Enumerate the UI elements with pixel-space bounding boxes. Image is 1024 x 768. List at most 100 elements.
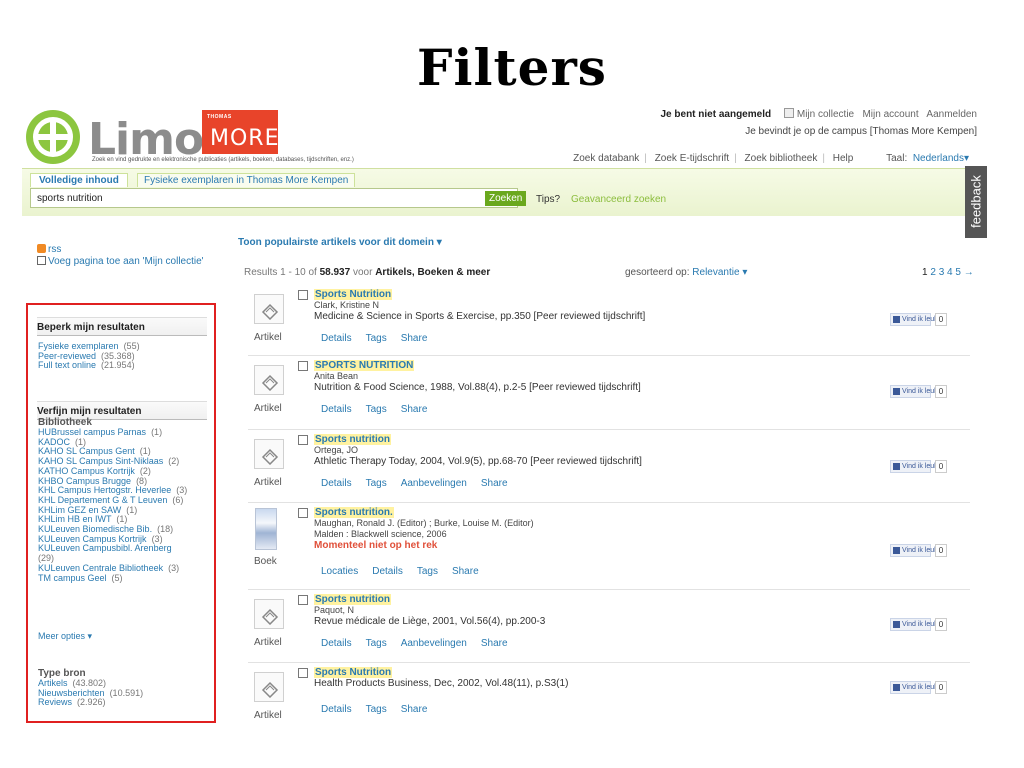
rss-icon[interactable]	[37, 244, 46, 253]
recommendations-link[interactable]: Aanbevelingen	[401, 478, 467, 489]
tab-full-content[interactable]: Volledige inhoud	[30, 173, 128, 187]
tags-link[interactable]: Tags	[366, 404, 387, 415]
login-status: Je bent niet aangemeld	[660, 109, 772, 120]
page-1[interactable]: 1	[922, 267, 928, 278]
result-type: Boek	[254, 556, 277, 567]
facet-item[interactable]: Reviews (2.926)	[38, 698, 143, 708]
result-actions: Details Tags Share	[321, 704, 441, 715]
locations-link[interactable]: Locaties	[321, 566, 358, 577]
add-page-link[interactable]: Voeg pagina toe aan 'Mijn collectie'	[48, 256, 204, 267]
result-checkbox[interactable]	[298, 508, 308, 518]
popular-articles-link[interactable]: Toon populairste artikels voor dit domei…	[238, 237, 442, 248]
share-link[interactable]: Share	[401, 404, 428, 415]
rss-link[interactable]: rss	[48, 244, 61, 255]
result-checkbox[interactable]	[298, 435, 308, 445]
results-summary: Results 1 - 10 of 58.937 voor Artikels, …	[244, 267, 491, 278]
result-author: Ortega, JO	[314, 445, 359, 455]
tags-link[interactable]: Tags	[366, 478, 387, 489]
facebook-icon	[893, 684, 900, 691]
facebook-like[interactable]: Vind ik leuk 0	[890, 385, 948, 398]
nav-help[interactable]: Help	[833, 153, 854, 164]
search-band: Volledige inhoud Fysieke exemplaren in T…	[22, 168, 987, 216]
facet-item[interactable]: KULeuven Campusbibl. Arenberg (29)	[38, 544, 216, 563]
advanced-search-link[interactable]: Geavanceerd zoeken	[571, 194, 666, 205]
details-link[interactable]: Details	[321, 404, 352, 415]
result-title[interactable]: Sports Nutrition	[314, 289, 393, 300]
share-link[interactable]: Share	[452, 566, 479, 577]
facebook-like[interactable]: Vind ik leuk 0	[890, 618, 948, 631]
page-4[interactable]: 4	[947, 267, 953, 278]
details-link[interactable]: Details	[372, 566, 403, 577]
result-type: Artikel	[254, 403, 282, 414]
source-list: Artikels (43.802) Nieuwsberichten (10.59…	[38, 678, 143, 708]
limo-logo-icon[interactable]	[26, 110, 80, 164]
result-title[interactable]: Sports nutrition	[314, 594, 391, 605]
checkbox-icon[interactable]	[37, 256, 46, 265]
share-link[interactable]: Share	[481, 478, 508, 489]
result-publisher: Malden : Blackwell science, 2006	[314, 529, 447, 539]
search-button[interactable]: Zoeken	[485, 191, 527, 206]
facebook-like[interactable]: Vind ik leuk 0	[890, 681, 948, 694]
details-link[interactable]: Details	[321, 638, 352, 649]
result-checkbox[interactable]	[298, 361, 308, 371]
share-link[interactable]: Share	[481, 638, 508, 649]
partner-big-text: MORE	[210, 126, 280, 151]
recommendations-link[interactable]: Aanbevelingen	[401, 638, 467, 649]
facet-item[interactable]: Full text online (21.954)	[38, 361, 140, 371]
sort-control[interactable]: gesorteerd op: Relevantie ▾	[625, 267, 747, 278]
tab-physical-copies[interactable]: Fysieke exemplaren in Thomas More Kempen	[137, 173, 356, 187]
facebook-like[interactable]: Vind ik leuk 0	[890, 544, 948, 557]
language-select[interactable]: Nederlands	[913, 153, 964, 164]
nav-database[interactable]: Zoek databank	[573, 153, 639, 164]
result-type: Artikel	[254, 637, 282, 648]
page-5[interactable]: 5	[955, 267, 961, 278]
page-3[interactable]: 3	[939, 267, 945, 278]
sidebar-tools: rss Voeg pagina toe aan 'Mijn collectie'	[37, 244, 207, 268]
tips-link[interactable]: Tips?	[536, 194, 560, 205]
result-title[interactable]: Sports Nutrition	[314, 667, 393, 678]
share-link[interactable]: Share	[401, 704, 428, 715]
login-link[interactable]: Aanmelden	[926, 109, 977, 120]
facebook-icon	[893, 463, 900, 470]
more-options-link[interactable]: Meer opties ▾	[38, 631, 92, 642]
my-account-link[interactable]: Mijn account	[862, 109, 918, 120]
tags-link[interactable]: Tags	[366, 333, 387, 344]
chevron-down-icon[interactable]: ▾	[964, 153, 969, 164]
next-page-arrow-icon[interactable]: →	[964, 267, 974, 278]
feedback-tab[interactable]: feedback	[965, 166, 987, 238]
tags-link[interactable]: Tags	[366, 638, 387, 649]
result-checkbox[interactable]	[298, 595, 308, 605]
nav-library[interactable]: Zoek bibliotheek	[745, 153, 818, 164]
search-input[interactable]	[30, 188, 518, 208]
book-cover-image[interactable]	[255, 508, 277, 550]
page-2[interactable]: 2	[930, 267, 936, 278]
facebook-like[interactable]: Vind ik leuk 0	[890, 313, 948, 326]
result-actions: Details Tags Share	[321, 404, 441, 415]
result-title[interactable]: SPORTS NUTRITION	[314, 360, 415, 371]
nav-ejournal[interactable]: Zoek E-tijdschrift	[655, 153, 729, 164]
result-checkbox[interactable]	[298, 290, 308, 300]
result-item: Artikel Sports Nutrition Health Products…	[248, 664, 970, 726]
tags-link[interactable]: Tags	[417, 566, 438, 577]
thomas-more-logo[interactable]: THOMAS MORE	[202, 110, 278, 154]
tags-link[interactable]: Tags	[366, 704, 387, 715]
result-checkbox[interactable]	[298, 668, 308, 678]
facebook-icon	[893, 621, 900, 628]
details-link[interactable]: Details	[321, 704, 352, 715]
result-type: Artikel	[254, 477, 282, 488]
facebook-like[interactable]: Vind ik leuk 0	[890, 460, 948, 473]
facebook-icon	[893, 388, 900, 395]
checkbox-icon	[783, 108, 794, 118]
sort-select[interactable]: Relevantie	[692, 267, 739, 278]
details-link[interactable]: Details	[321, 478, 352, 489]
like-count: 0	[935, 681, 947, 694]
result-title[interactable]: Sports nutrition.	[314, 507, 394, 518]
result-author: Maughan, Ronald J. (Editor) ; Burke, Lou…	[314, 518, 534, 528]
share-link[interactable]: Share	[401, 333, 428, 344]
facet-item[interactable]: TM campus Geel (5)	[38, 573, 216, 584]
result-actions: Details Tags Aanbevelingen Share	[321, 478, 522, 489]
my-collection-link[interactable]: Mijn collectie	[797, 109, 854, 120]
details-link[interactable]: Details	[321, 333, 352, 344]
result-title[interactable]: Sports nutrition	[314, 434, 391, 445]
feedback-label: feedback	[968, 175, 984, 228]
